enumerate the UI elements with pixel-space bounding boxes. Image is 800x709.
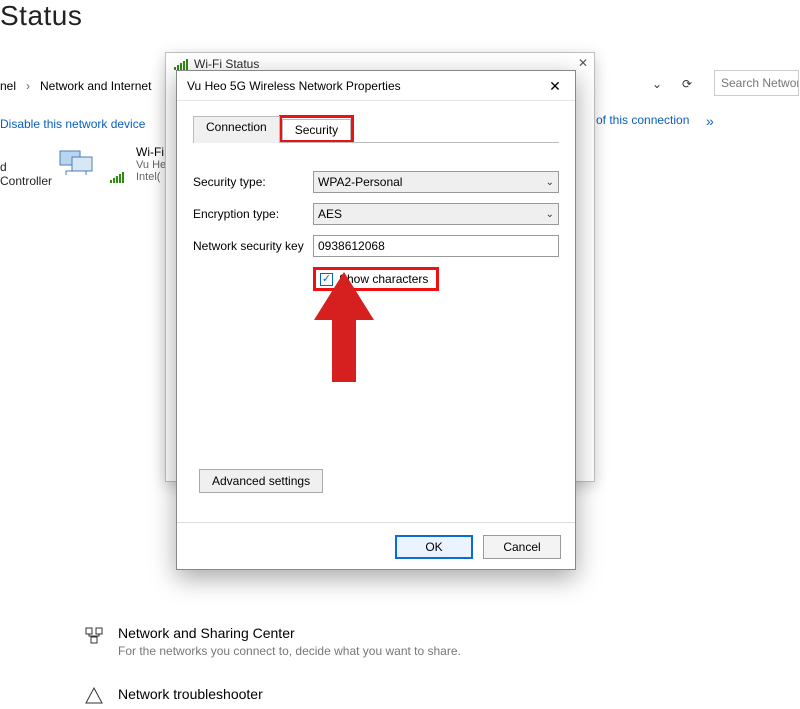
share-icon [84, 625, 104, 645]
show-characters-label: Show characters [339, 272, 428, 286]
adapter-driver: Intel( [136, 171, 166, 183]
disable-device-link[interactable]: Disable this network device [0, 117, 145, 131]
separator [177, 522, 575, 523]
security-type-select[interactable]: WPA2-Personal ⌄ [313, 171, 559, 193]
ok-button[interactable]: OK [395, 535, 473, 559]
network-troubleshooter-item[interactable]: Network troubleshooter [84, 686, 263, 706]
adapter-item[interactable]: Wi-Fi Vu He Intel( [58, 145, 166, 183]
wifi-status-title: Wi-Fi Status [194, 57, 259, 71]
adapter-name: Wi-Fi [136, 145, 166, 159]
nsc-title: Network and Sharing Center [118, 625, 461, 641]
breadcrumb-item[interactable]: Network and Internet [40, 79, 151, 93]
security-type-label: Security type: [193, 175, 313, 189]
checkbox-checked-icon: ✓ [320, 273, 333, 286]
advanced-settings-button[interactable]: Advanced settings [199, 469, 323, 493]
signal-icon [174, 59, 188, 70]
annotation-highlight: Security [279, 115, 354, 142]
left-clipped-text: d Controller [0, 160, 52, 188]
search-input[interactable]: Search Network [714, 70, 799, 96]
tab-connection[interactable]: Connection [193, 116, 280, 143]
network-sharing-center-item[interactable]: Network and Sharing Center For the netwo… [84, 625, 461, 658]
warning-icon [84, 686, 104, 706]
signal-icon [110, 172, 124, 183]
close-button[interactable]: ✕ [578, 56, 588, 70]
tab-security[interactable]: Security [282, 119, 351, 140]
network-key-input[interactable] [313, 235, 559, 257]
tab-strip: Connection Security [193, 115, 559, 143]
chevron-down-icon: ⌄ [652, 77, 662, 91]
adapter-icon [58, 145, 102, 179]
search-placeholder: Search Network [721, 76, 799, 90]
refresh-button[interactable]: ⟳ [675, 72, 699, 96]
adapter-text: Wi-Fi Vu He Intel( [136, 145, 166, 183]
encryption-type-select[interactable]: AES ⌄ [313, 203, 559, 225]
more-commands-button[interactable]: » [706, 113, 714, 129]
show-characters-checkbox[interactable]: ✓ Show characters [313, 267, 439, 291]
breadcrumb-dropdown[interactable]: ⌄ [645, 72, 669, 96]
connection-status-link[interactable]: us of this connection [580, 113, 689, 127]
security-type-value: WPA2-Personal [318, 175, 402, 189]
encryption-type-value: AES [318, 207, 342, 221]
encryption-type-label: Encryption type: [193, 207, 313, 221]
adapter-ssid: Vu He [136, 159, 166, 171]
close-button[interactable]: ✕ [541, 75, 569, 97]
chevron-down-icon: ⌄ [546, 209, 554, 220]
close-icon: ✕ [549, 78, 561, 95]
refresh-icon: ⟳ [682, 77, 692, 91]
cancel-button[interactable]: Cancel [483, 535, 561, 559]
dialog-title: Vu Heo 5G Wireless Network Properties [187, 79, 401, 93]
page-title: Status [0, 0, 82, 32]
chevron-right-icon: › [26, 79, 30, 93]
close-icon: ✕ [578, 56, 588, 70]
chevron-down-icon: ⌄ [546, 177, 554, 188]
network-properties-dialog: Vu Heo 5G Wireless Network Properties ✕ … [176, 70, 576, 570]
network-key-label: Network security key [193, 239, 313, 253]
troubleshooter-title: Network troubleshooter [118, 686, 263, 702]
nsc-subtitle: For the networks you connect to, decide … [118, 644, 461, 658]
breadcrumb-item[interactable]: nel [0, 79, 16, 93]
